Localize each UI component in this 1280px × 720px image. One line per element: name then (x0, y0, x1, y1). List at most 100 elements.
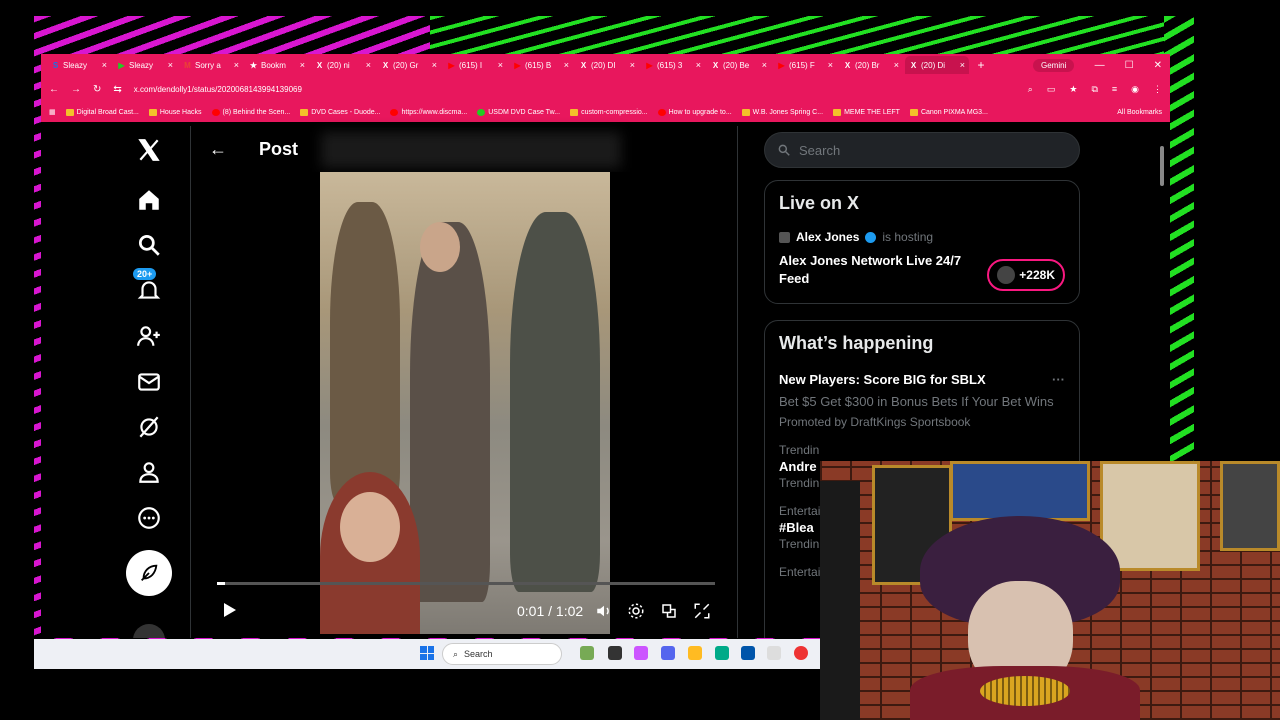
settings-gear-icon[interactable] (627, 602, 645, 620)
bookmark-item[interactable]: DVD Cases - Duode... (300, 108, 380, 116)
minimize-icon[interactable]: — (1095, 60, 1105, 71)
back-arrow-icon[interactable]: ← (209, 139, 227, 160)
video-progress-bar[interactable] (217, 582, 715, 585)
browser-tab[interactable]: S Sleazy × (47, 56, 111, 74)
file-explorer-icon[interactable] (688, 646, 702, 660)
bookmark-item[interactable]: How to upgrade to... (657, 108, 732, 116)
browser-tab[interactable]: X (20) ni × (311, 56, 375, 74)
browser-tab[interactable]: ▶ (615) F × (773, 56, 837, 74)
reading-list-icon[interactable]: ≡ (1112, 84, 1117, 95)
tab-close-icon[interactable]: × (366, 60, 371, 70)
more-options-icon[interactable]: ··· (1052, 372, 1065, 387)
search-box[interactable]: Search (764, 132, 1080, 168)
browser-tab[interactable]: X (20) Gr × (377, 56, 441, 74)
bookmark-icon (65, 108, 74, 116)
taskbar-search[interactable]: ⌕ Search (442, 643, 562, 665)
all-bookmarks[interactable]: All Bookmarks (1117, 109, 1170, 116)
browser-tab[interactable]: X (20) Di × (905, 56, 969, 74)
x-logo-icon[interactable] (121, 132, 177, 168)
back-icon[interactable]: ← (49, 84, 59, 95)
follow-icon[interactable] (121, 318, 177, 354)
play-icon[interactable] (221, 602, 237, 618)
tab-close-icon[interactable]: × (564, 60, 569, 70)
taskbar-app-icon[interactable] (741, 646, 755, 660)
zoom-icon[interactable]: ⌕ (1028, 84, 1033, 95)
bookmark-item[interactable]: https://www.discma... (390, 108, 467, 116)
tab-title: Sorry a (195, 60, 221, 70)
browser-tab[interactable]: X (20) Br × (839, 56, 903, 74)
tab-close-icon[interactable]: × (234, 60, 239, 70)
browser-tab[interactable]: M Sorry a × (179, 56, 243, 74)
volume-icon[interactable] (595, 602, 613, 620)
profile-nav-icon[interactable] (121, 454, 177, 490)
taskbar-app-icon[interactable] (767, 646, 781, 660)
tab-close-icon[interactable]: × (498, 60, 503, 70)
bookmark-item[interactable]: custom-compressio... (570, 108, 648, 116)
close-window-icon[interactable]: ✕ (1154, 60, 1162, 71)
page-scrollbar[interactable] (1160, 146, 1164, 186)
url-field[interactable]: x.com/dendolly1/status/20200681439941390… (134, 85, 302, 94)
menu-icon[interactable]: ⋮ (1153, 84, 1162, 95)
promo-item[interactable]: New Players: Score BIG for SBLX ··· (779, 372, 1065, 387)
new-tab-button[interactable]: + (971, 58, 991, 72)
live-title[interactable]: Alex Jones Network Live 24/7 Feed (779, 252, 979, 288)
tab-close-icon[interactable]: × (630, 60, 635, 70)
bookmark-item[interactable]: USDM DVD Case Tw... (477, 108, 560, 116)
more-icon[interactable] (121, 500, 177, 536)
browser-tab[interactable]: ▶ (615) I × (443, 56, 507, 74)
compose-post-button[interactable] (126, 550, 172, 596)
bookmark-item[interactable]: MEME THE LEFT (833, 108, 900, 116)
host-name[interactable]: Alex Jones (796, 230, 859, 244)
tab-close-icon[interactable]: × (828, 60, 833, 70)
picture-in-picture-icon[interactable] (660, 602, 678, 620)
grok-icon[interactable] (121, 409, 177, 445)
bookmark-item[interactable]: Canon PIXMA MG3... (909, 108, 988, 116)
chrome-icon[interactable] (794, 646, 808, 660)
profile-icon[interactable]: ◉ (1131, 84, 1139, 95)
home-icon[interactable] (121, 182, 177, 218)
video-player[interactable]: 0:01 / 1:02 (209, 172, 721, 634)
notifications-icon[interactable]: 20+ (121, 268, 177, 308)
tab-close-icon[interactable]: × (432, 60, 437, 70)
tab-close-icon[interactable]: × (696, 60, 701, 70)
bookmark-item[interactable]: (8) Behind the Scen... (211, 108, 291, 116)
browser-tab[interactable]: X (20) Be × (707, 56, 771, 74)
forward-icon[interactable]: → (71, 84, 81, 95)
browser-tab[interactable]: ▶ (615) 3 × (641, 56, 705, 74)
tab-close-icon[interactable]: × (102, 60, 107, 70)
bookmark-item[interactable]: W.B. Jones Spring C... (741, 108, 823, 116)
tab-bar: S Sleazy × ▶ Sleazy × M Sorry a × ★ Bookm × X (20) ni… (41, 54, 1170, 76)
windows-start-icon[interactable] (420, 646, 434, 660)
apps-icon[interactable]: ▦ (49, 108, 56, 116)
bookmark-item[interactable]: House Hacks (148, 108, 202, 116)
live-card[interactable]: Live on X Alex Jones is hosting Alex Jon… (764, 180, 1080, 304)
taskbar-app-icon[interactable] (661, 646, 675, 660)
browser-tab[interactable]: ▶ Sleazy × (113, 56, 177, 74)
tab-close-icon[interactable]: × (960, 60, 965, 70)
listeners-pill[interactable]: +228K (987, 259, 1065, 291)
taskbar-app-icon[interactable] (634, 646, 648, 660)
bookmark-star-icon[interactable]: ★ (1069, 84, 1077, 95)
messages-icon[interactable] (121, 364, 177, 400)
browser-tab[interactable]: ▶ (615) B × (509, 56, 573, 74)
fullscreen-icon[interactable] (693, 602, 711, 620)
extensions-icon[interactable]: ⧉ (1091, 84, 1097, 95)
maximize-icon[interactable]: ☐ (1125, 60, 1134, 71)
browser-tab[interactable]: ★ Bookm × (245, 56, 309, 74)
explore-search-icon[interactable] (121, 227, 177, 263)
reload-icon[interactable]: ↻ (93, 84, 101, 95)
taskbar-app-icon[interactable] (608, 646, 622, 660)
site-info-icon[interactable]: ⇆ (113, 84, 121, 95)
tab-close-icon[interactable]: × (300, 60, 305, 70)
taskbar-app-icon[interactable] (580, 646, 594, 660)
tab-close-icon[interactable]: × (762, 60, 767, 70)
cast-icon[interactable]: ▭ (1047, 84, 1056, 95)
bookmark-item[interactable]: Digital Broad Cast... (65, 108, 139, 116)
tab-close-icon[interactable]: × (894, 60, 899, 70)
toolbar-icons: ⌕ ▭ ★ ⧉ ≡ ◉ ⋮ (1028, 84, 1170, 95)
browser-tab[interactable]: X (20) DI × (575, 56, 639, 74)
gemini-button[interactable]: Gemini (1033, 58, 1075, 72)
tab-close-icon[interactable]: × (168, 60, 173, 70)
bookmark-label: (8) Behind the Scen... (222, 108, 291, 116)
edge-icon[interactable] (715, 646, 729, 660)
